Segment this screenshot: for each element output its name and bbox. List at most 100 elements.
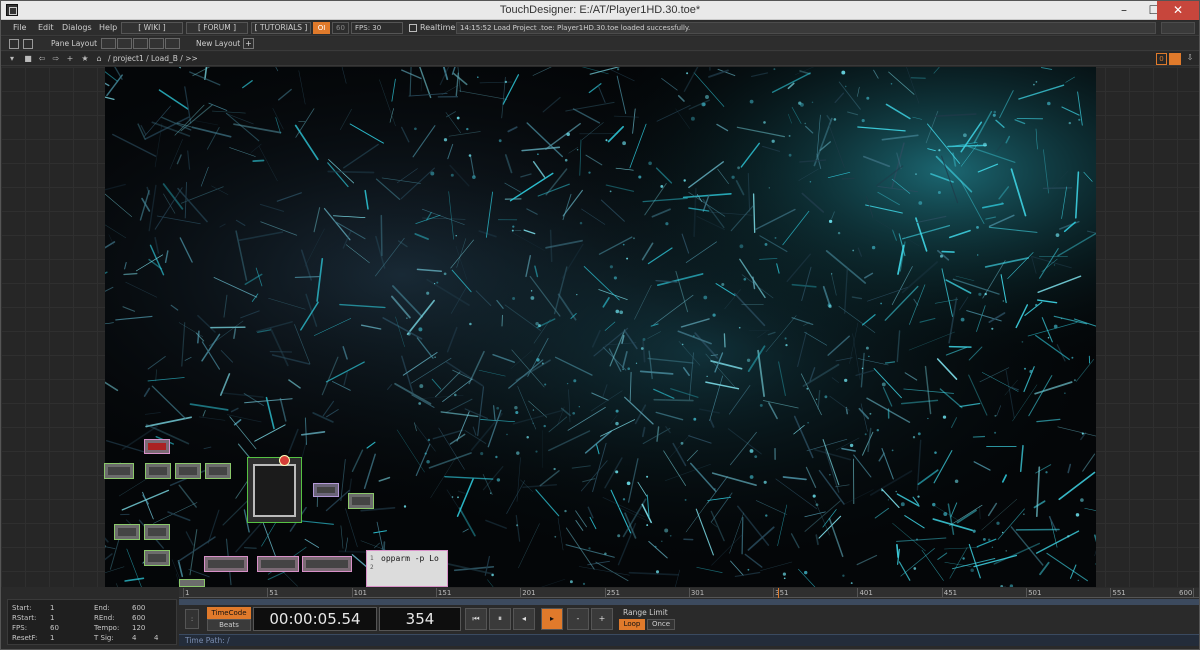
bookmark-star-icon[interactable]: ★	[80, 54, 90, 64]
node-b1[interactable]	[348, 493, 374, 509]
crystal-sparkle	[498, 139, 502, 143]
crystal-sparkle	[564, 509, 567, 513]
resetf-value[interactable]: 1	[50, 634, 54, 642]
menu-file[interactable]: File	[13, 23, 26, 32]
node-c1[interactable]	[114, 524, 140, 540]
add-icon[interactable]: +	[65, 54, 75, 64]
pane-menu-icon[interactable]: ▾	[7, 54, 17, 64]
menu-edit[interactable]: Edit	[38, 23, 54, 32]
fps-target[interactable]: 60	[332, 22, 349, 34]
pane-home-icon[interactable]	[1169, 53, 1181, 65]
network-editor[interactable]: 1 2 opparm -p Lo	[1, 67, 1199, 587]
crystal-sparkle	[937, 191, 941, 194]
forum-button[interactable]: [ FORUM ]	[186, 22, 248, 34]
oi-button[interactable]: OI	[313, 22, 330, 34]
tsig-numerator[interactable]: 4	[132, 634, 136, 642]
add-layout-button[interactable]: +	[243, 38, 254, 49]
timeline-tick	[183, 588, 184, 598]
crystal-sparkle	[844, 378, 848, 383]
crystal-sparkle	[633, 237, 635, 240]
pane-icon[interactable]	[9, 39, 19, 49]
node-e1[interactable]	[179, 579, 205, 587]
node-d2[interactable]	[257, 556, 299, 572]
node-a3[interactable]	[175, 463, 201, 479]
error-badge-icon[interactable]	[279, 455, 290, 466]
rewind-button[interactable]: ⏮	[465, 608, 487, 630]
crystal-sparkle	[828, 304, 832, 309]
node-d1[interactable]	[204, 556, 248, 572]
crystal-sparkle	[984, 292, 987, 296]
crystal-sparkle	[609, 190, 612, 193]
frame-display[interactable]: 354	[379, 607, 461, 631]
once-button[interactable]: Once	[647, 619, 675, 630]
pane-options-icon[interactable]: ⇩	[1185, 53, 1195, 65]
tsig-denominator[interactable]: 4	[154, 634, 158, 642]
node-c2[interactable]	[144, 524, 170, 540]
rend-value[interactable]: 600	[132, 614, 145, 622]
end-value[interactable]: 600	[132, 604, 145, 612]
node-c3[interactable]	[144, 550, 170, 566]
tempo-value[interactable]: 120	[132, 624, 145, 632]
layout-single-button[interactable]	[101, 38, 116, 49]
pane-number[interactable]: 0	[1156, 53, 1167, 65]
node-top[interactable]	[144, 439, 170, 454]
menu-help[interactable]: Help	[99, 23, 117, 32]
crystal-fiber	[123, 272, 138, 276]
selected-container-node[interactable]	[247, 455, 302, 523]
crystal-sparkle	[443, 138, 448, 142]
script-dat-node[interactable]: 1 2 opparm -p Lo	[366, 550, 448, 587]
realtime-checkbox-icon[interactable]	[409, 24, 417, 32]
timeline-playhead[interactable]	[778, 588, 780, 598]
menu-dialogs[interactable]: Dialogs	[62, 23, 92, 32]
forward-icon[interactable]: ⇨	[51, 54, 61, 64]
node-a4[interactable]	[205, 463, 231, 479]
minimize-button[interactable]: –	[1109, 1, 1139, 20]
crystal-sparkle	[891, 449, 894, 452]
realtime-label: Realtime	[420, 23, 456, 32]
crystal-sparkle	[406, 317, 408, 319]
close-button[interactable]: ✕	[1157, 1, 1199, 20]
crystal-sparkle	[721, 282, 725, 287]
timecode-format-button[interactable]: :	[185, 609, 199, 629]
play-button[interactable]: ▸	[541, 608, 563, 630]
crystal-sparkle	[773, 68, 776, 71]
layout-three-button[interactable]	[149, 38, 164, 49]
fps-value[interactable]: 60	[50, 624, 59, 632]
home-icon[interactable]: ⌂	[94, 54, 104, 64]
rstart-value[interactable]: 1	[50, 614, 54, 622]
crystal-sparkle	[861, 367, 864, 370]
node-a1[interactable]	[104, 463, 134, 479]
node-purple[interactable]	[313, 483, 339, 497]
timeline-ruler[interactable]: 1 51 101 151 201 251 301 351 401 451 501 551 600	[179, 588, 1199, 598]
crystal-sparkle	[983, 142, 987, 147]
crystal-sparkle	[419, 384, 424, 389]
beats-button[interactable]: Beats	[207, 619, 251, 631]
crystal-sparkle	[515, 410, 519, 415]
layout-four-button[interactable]	[165, 38, 180, 49]
crystal-sparkle	[918, 201, 923, 205]
crystal-sparkle	[617, 68, 620, 71]
node-d3[interactable]	[302, 556, 352, 572]
crystal-sparkle	[960, 317, 965, 322]
step-plus-button[interactable]: +	[591, 608, 613, 630]
pause-button[interactable]: ⏸	[489, 608, 511, 630]
back-icon[interactable]: ⇦	[37, 54, 47, 64]
timeline-tick-label: 201	[522, 589, 536, 597]
tutorials-button[interactable]: [ TUTORIALS ]	[251, 22, 311, 34]
stop-icon[interactable]: ■	[23, 54, 33, 64]
crystal-sparkle	[976, 225, 979, 229]
step-minus-button[interactable]: -	[567, 608, 589, 630]
step-back-button[interactable]: ◂	[513, 608, 535, 630]
timecode-display[interactable]: 00:00:05.54	[253, 607, 377, 631]
wiki-button[interactable]: [ WIKI ]	[121, 22, 183, 34]
network-path[interactable]: / project1 / Load_B / >>	[108, 54, 198, 63]
timecode-button[interactable]: TimeCode	[207, 607, 251, 619]
layout-two-horizontal-button[interactable]	[133, 38, 148, 49]
pane-split-icon[interactable]	[23, 39, 33, 49]
loop-button[interactable]: Loop	[619, 619, 645, 630]
start-value[interactable]: 1	[50, 604, 54, 612]
layout-two-vertical-button[interactable]	[117, 38, 132, 49]
crystal-sparkle	[804, 570, 808, 575]
node-a2[interactable]	[145, 463, 171, 479]
crystal-sparkle	[917, 432, 921, 436]
